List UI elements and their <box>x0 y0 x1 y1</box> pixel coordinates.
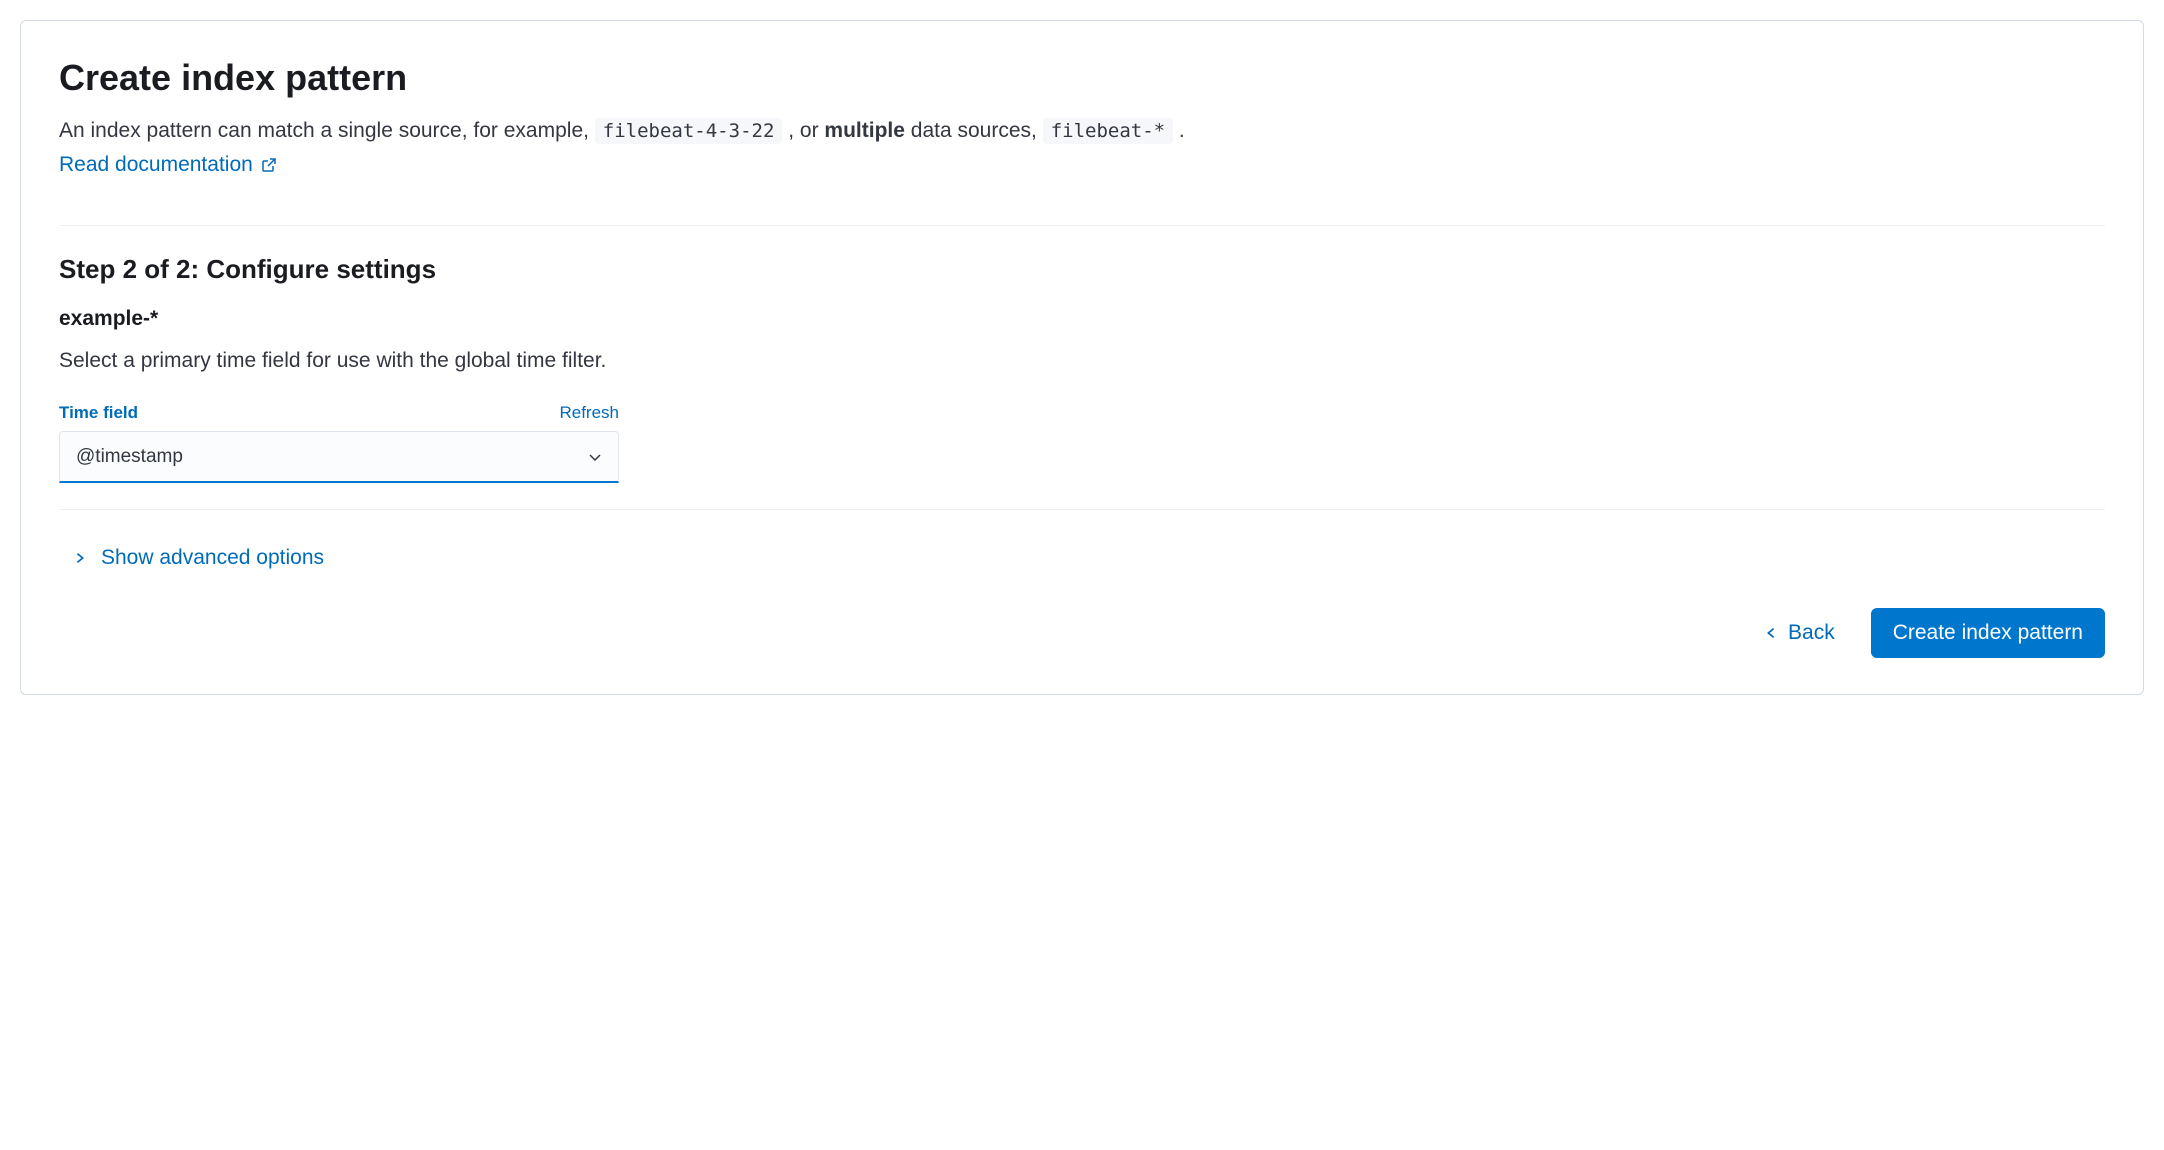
step-title: Step 2 of 2: Configure settings <box>59 254 2105 285</box>
section-divider-2 <box>59 509 2105 510</box>
time-field-label: Time field <box>59 403 138 423</box>
create-index-pattern-panel: Create index pattern An index pattern ca… <box>20 20 2144 695</box>
help-text: Select a primary time field for use with… <box>59 349 2105 373</box>
description-text-3: data sources, <box>911 119 1043 142</box>
description-text-2: , or <box>788 119 824 142</box>
description-bold: multiple <box>824 119 905 142</box>
read-documentation-link[interactable]: Read documentation <box>59 153 277 177</box>
doc-link-label: Read documentation <box>59 153 253 177</box>
create-index-pattern-button[interactable]: Create index pattern <box>1871 608 2105 658</box>
advanced-toggle-label: Show advanced options <box>101 546 324 570</box>
pattern-name: example-* <box>59 307 2105 331</box>
chevron-left-icon <box>1764 626 1778 640</box>
time-field-select-wrapper: @timestamp <box>59 431 619 483</box>
refresh-button[interactable]: Refresh <box>559 403 619 423</box>
back-button-label: Back <box>1788 621 1835 645</box>
back-button[interactable]: Back <box>1750 611 1849 655</box>
page-description: An index pattern can match a single sour… <box>59 115 2105 147</box>
page-title: Create index pattern <box>59 57 2105 99</box>
section-divider <box>59 225 2105 226</box>
time-field-label-row: Time field Refresh <box>59 403 619 423</box>
description-text-4: . <box>1179 119 1185 142</box>
show-advanced-options-button[interactable]: Show advanced options <box>59 538 324 578</box>
code-example-single: filebeat-4-3-22 <box>595 118 783 144</box>
advanced-options-row: Show advanced options <box>59 538 2105 578</box>
chevron-right-icon <box>73 551 87 565</box>
description-text-1: An index pattern can match a single sour… <box>59 119 595 142</box>
time-field-select[interactable]: @timestamp <box>59 431 619 483</box>
footer-actions: Back Create index pattern <box>59 608 2105 658</box>
code-example-multi: filebeat-* <box>1043 118 1173 144</box>
external-link-icon <box>261 157 277 173</box>
